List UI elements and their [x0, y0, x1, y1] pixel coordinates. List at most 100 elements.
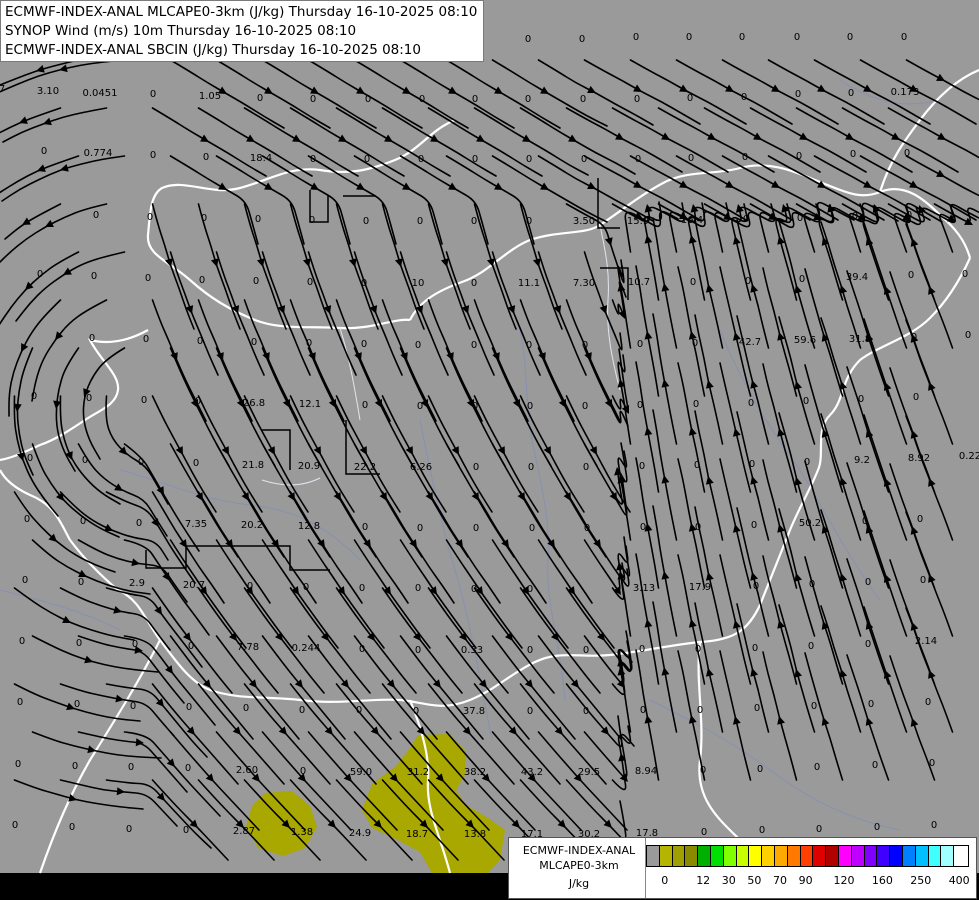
value-label: 0: [141, 395, 147, 406]
value-label: 0: [89, 333, 95, 344]
value-label: 0: [147, 212, 153, 223]
value-label: 0: [850, 149, 856, 160]
value-label: 38.2: [464, 767, 486, 778]
value-label: 0: [255, 214, 261, 225]
value-label: 0: [637, 400, 643, 411]
value-label: 0: [804, 457, 810, 468]
value-label: 0: [688, 153, 694, 164]
value-label: 7.78: [237, 642, 259, 653]
value-label: 3.13: [633, 583, 655, 594]
value-label: 0: [362, 522, 368, 533]
value-label: 0: [639, 461, 645, 472]
legend-tick-label: 30: [721, 874, 736, 887]
value-label: 0: [911, 332, 917, 343]
color-legend: ECMWF-INDEX-ANAL MLCAPE0-3km J/kg 0 12 30 5…: [508, 837, 977, 899]
value-label: 0: [80, 516, 86, 527]
value-label: 0: [906, 210, 912, 221]
value-label: 0.33: [461, 645, 483, 656]
value-label: 0: [901, 32, 907, 43]
value-label: 0: [797, 213, 803, 224]
value-label: 0: [639, 644, 645, 655]
value-label: 0: [931, 820, 937, 831]
value-label: 0: [582, 340, 588, 351]
value-label: 22.2: [354, 462, 376, 473]
value-label: 0: [748, 398, 754, 409]
value-label: 0: [965, 330, 971, 341]
legend-tick-label: 120: [833, 874, 855, 887]
value-label: 21.8: [242, 460, 264, 471]
value-label: 0: [93, 210, 99, 221]
value-label: 0: [471, 278, 477, 289]
value-label: 43.2: [521, 767, 543, 778]
value-label: 0: [365, 94, 371, 105]
value-label: 0: [528, 462, 534, 473]
value-label: 0: [690, 277, 696, 288]
value-label: 0: [816, 824, 822, 835]
value-label: 0: [700, 765, 706, 776]
value-label: 0: [150, 89, 156, 100]
value-label: 6.26: [410, 462, 432, 473]
value-label: 0: [579, 34, 585, 45]
value-label: 0: [419, 94, 425, 105]
value-label: 20.2: [241, 520, 263, 531]
value-label: 0.0451: [83, 88, 118, 99]
value-label: 0: [22, 575, 28, 586]
value-label: 0: [299, 705, 305, 716]
value-label: 0: [91, 271, 97, 282]
value-label: 59.0: [350, 767, 372, 778]
value-label: 0: [917, 514, 923, 525]
legend-swatch: [953, 845, 970, 867]
value-label: 0: [583, 462, 589, 473]
value-label: 0: [128, 762, 134, 773]
value-label: 0: [303, 582, 309, 593]
value-label: 0: [78, 577, 84, 588]
value-label: 0: [31, 391, 37, 402]
info-line-cin: ECMWF-INDEX-ANAL SBCIN (J/kg) Thursday 1…: [5, 42, 421, 58]
value-label: 0: [257, 93, 263, 104]
value-label: 0: [41, 146, 47, 157]
legend-tick-label: 0: [661, 874, 669, 887]
value-label: 0: [201, 213, 207, 224]
value-label: 0.22: [959, 451, 979, 462]
value-label: 0: [814, 762, 820, 773]
value-label: 0: [962, 269, 968, 280]
value-label: 0: [526, 216, 532, 227]
value-label: 24.9: [349, 828, 371, 839]
value-label: 0: [874, 822, 880, 833]
value-label: 0: [693, 399, 699, 410]
legend-tick-label: 90: [798, 874, 813, 887]
value-label: 0: [582, 401, 588, 412]
value-label: 7.35: [185, 519, 207, 530]
value-label: 3.10: [37, 86, 59, 97]
legend-tick-label: 12: [696, 874, 711, 887]
value-label: 0: [795, 89, 801, 100]
value-label: 0: [12, 820, 18, 831]
value-label: 20.7: [183, 580, 205, 591]
value-label: 0: [697, 705, 703, 716]
value-label: 0: [753, 581, 759, 592]
value-label: 0: [640, 705, 646, 716]
value-label: 0: [695, 522, 701, 533]
value-label: 0: [527, 645, 533, 656]
value-label: 0: [413, 706, 419, 717]
value-label: 0: [86, 393, 92, 404]
value-label: 0: [415, 340, 421, 351]
value-label: 0: [745, 276, 751, 287]
value-label: 0: [310, 94, 316, 105]
value-label: 0: [925, 697, 931, 708]
value-label: 0: [526, 340, 532, 351]
value-label: 0: [527, 584, 533, 595]
value-label: 0: [527, 706, 533, 717]
value-label: 26.8: [243, 398, 265, 409]
value-label: 0: [363, 216, 369, 227]
value-label: 0: [193, 458, 199, 469]
legend-tick-label: 400: [948, 874, 970, 887]
value-label: 0: [361, 278, 367, 289]
value-label: 0: [692, 338, 698, 349]
value-label: 0: [471, 340, 477, 351]
value-label: 0: [243, 703, 249, 714]
value-label: 0: [361, 339, 367, 350]
value-label: 0: [908, 270, 914, 281]
value-label: 0: [741, 92, 747, 103]
value-label: 0: [633, 32, 639, 43]
